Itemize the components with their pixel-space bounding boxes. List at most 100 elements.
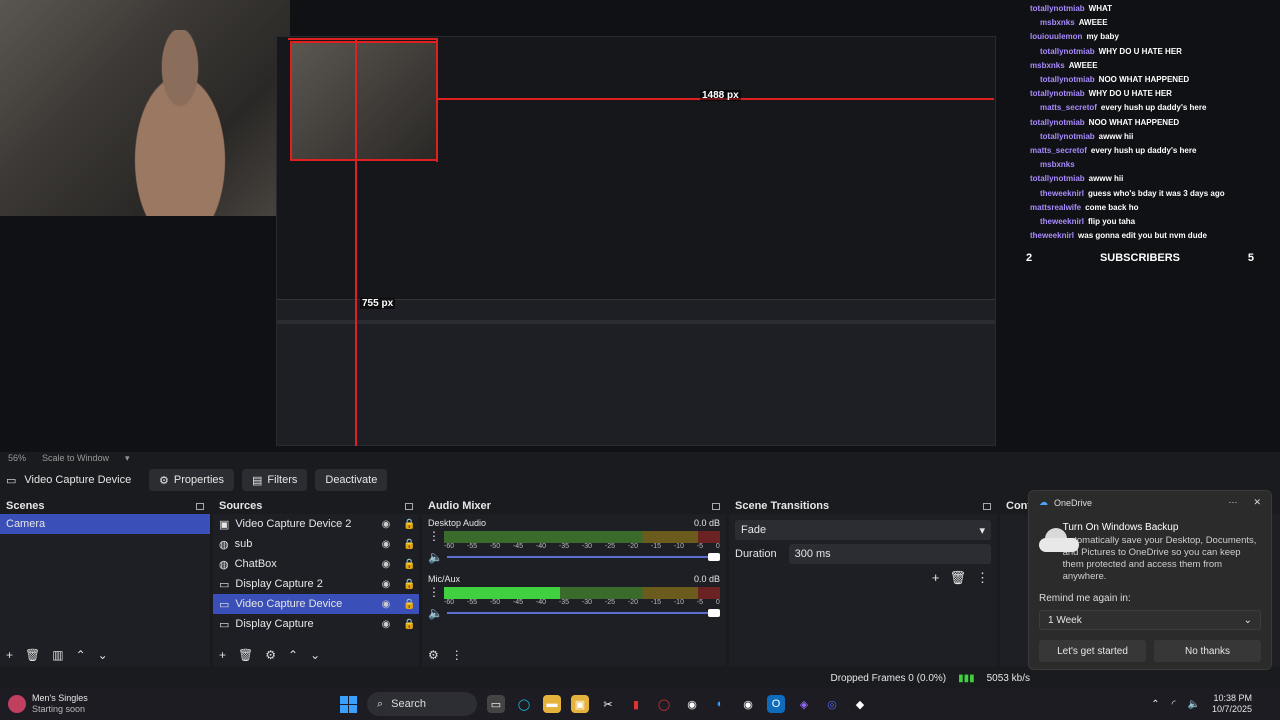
properties-button[interactable]: ⚙ Properties (149, 469, 235, 491)
eye-icon[interactable]: ◉ (381, 619, 391, 630)
undock-icon[interactable] (405, 502, 413, 510)
deactivate-label: Deactivate (325, 474, 378, 486)
scene-item-camera[interactable]: Camera (0, 514, 210, 534)
trash-icon[interactable]: 🗑 (238, 648, 253, 662)
taskbar-search[interactable]: ⌕ Search (367, 692, 477, 716)
menu-dots-icon[interactable]: ⋮ (976, 570, 989, 586)
channel-name: Mic/Aux (428, 574, 461, 584)
more-icon[interactable]: ··· (1228, 497, 1237, 508)
menu-dots-icon[interactable]: ⋮ (451, 648, 463, 662)
obs-active-icon[interactable]: ◉ (739, 695, 757, 713)
channel-db: 0.0 dB (693, 518, 720, 528)
add-icon[interactable]: + (932, 570, 940, 586)
deactivate-button[interactable]: Deactivate (315, 469, 388, 491)
tick-label: -40 (535, 599, 547, 606)
chat-text: AWEEE (1068, 60, 1098, 70)
add-icon[interactable]: + (6, 648, 13, 662)
task-view-icon[interactable]: ▭ (487, 695, 505, 713)
chat-overlay: totallynotmiab WHAT msbxnks AWEEE louiouulem… (1000, 0, 1280, 270)
capcut-icon[interactable]: ✂ (599, 695, 617, 713)
filters-button[interactable]: ▤ Filters (242, 469, 308, 491)
mixer-settings-icon[interactable]: ⚙ (428, 648, 439, 662)
clock[interactable]: 10:38 PM 10/7/2025 (1212, 693, 1252, 715)
discord-icon[interactable]: ◎ (823, 695, 841, 713)
no-thanks-label: No thanks (1184, 645, 1231, 657)
eye-icon[interactable]: ◉ (381, 519, 391, 530)
outlook-icon[interactable]: O (767, 695, 785, 713)
file-explorer-icon[interactable]: ▬ (543, 695, 561, 713)
close-icon[interactable]: ✕ (1253, 497, 1261, 508)
widget-subtitle: Starting soon (32, 704, 86, 714)
scene-label: Camera (6, 518, 46, 530)
remind-select[interactable]: 1 Week ⌄ (1039, 610, 1261, 630)
source-item[interactable]: ◍ sub ◉ 🔒 (213, 534, 419, 554)
windows-start-icon[interactable] (340, 695, 357, 713)
lock-icon[interactable]: 🔒 (403, 519, 415, 530)
taskbar-widget[interactable]: Men's Singles Starting soon (0, 693, 340, 715)
lock-icon[interactable]: 🔒 (403, 559, 415, 570)
steam-icon[interactable]: ◆ (851, 695, 869, 713)
source-item[interactable]: ▭ Display Capture 2 ◉ 🔒 (213, 574, 419, 594)
move-up-icon[interactable]: ⌃ (76, 648, 86, 662)
speaker-icon[interactable]: 🔈 (428, 606, 443, 620)
gear-icon[interactable]: ⚙ (265, 648, 276, 662)
add-icon[interactable]: + (219, 648, 226, 662)
lock-icon[interactable]: 🔒 (403, 579, 415, 590)
no-thanks-button[interactable]: No thanks (1154, 640, 1261, 662)
source-item-selected[interactable]: ▭ Video Capture Device ◉ 🔒 (213, 594, 419, 614)
undock-icon[interactable] (196, 502, 204, 510)
scale-dropdown-icon[interactable]: ▾ (125, 453, 130, 464)
chat-message: msbxnks AWEEE (1030, 61, 1098, 71)
app-red-icon[interactable]: ▮ (627, 695, 645, 713)
transition-select[interactable]: Fade ▾ (735, 520, 991, 540)
move-down-icon[interactable]: ⌄ (310, 648, 320, 662)
source-item[interactable]: ▣ Video Capture Device 2 ◉ 🔒 (213, 514, 419, 534)
trash-icon[interactable]: 🗑 (25, 648, 40, 662)
chat-username: totallynotmiab (1040, 46, 1095, 56)
eye-icon[interactable]: ◉ (381, 559, 391, 570)
lock-icon[interactable]: 🔒 (403, 619, 415, 630)
store-icon[interactable]: ▣ (571, 695, 589, 713)
menu-dots-icon[interactable]: ⋮ (428, 529, 440, 543)
source-item[interactable]: ◍ ChatBox ◉ 🔒 (213, 554, 419, 574)
volume-slider[interactable] (446, 609, 720, 617)
zoom-level[interactable]: 56% (8, 453, 26, 463)
duration-row: Duration 300 ms (729, 544, 997, 564)
chat-message: louiouulemon my baby (1030, 32, 1119, 42)
preview-canvas[interactable]: 1488 px 755 px totallynotmiab WHAT msbxnks… (0, 0, 1280, 452)
volume-icon[interactable]: 🔈 (1188, 699, 1200, 710)
cortana-icon[interactable]: ◯ (515, 695, 533, 713)
distance-label-mid: 755 px (360, 298, 396, 309)
chat-username: mattsrealwife (1030, 202, 1082, 212)
filter-icon[interactable]: ▥ (52, 648, 63, 662)
channel-db: 0.0 dB (693, 574, 720, 584)
undock-icon[interactable] (983, 502, 991, 510)
volume-slider[interactable] (446, 553, 720, 561)
eye-icon[interactable]: ◉ (381, 579, 391, 590)
trash-icon[interactable]: 🗑 (949, 570, 966, 586)
chat-text: WHY DO U HATE HER (1088, 89, 1172, 99)
opera-icon[interactable]: ◯ (655, 695, 673, 713)
wifi-icon[interactable]: ◜ (1172, 699, 1176, 710)
move-up-icon[interactable]: ⌃ (288, 648, 298, 662)
duration-input[interactable]: 300 ms (788, 544, 991, 564)
lock-icon[interactable]: 🔒 (403, 599, 415, 610)
undock-icon[interactable] (712, 502, 720, 510)
chevron-up-icon[interactable]: ⌃ (1151, 699, 1159, 710)
obs-icon[interactable]: ◉ (683, 695, 701, 713)
get-started-button[interactable]: Let's get started (1039, 640, 1146, 662)
volume-meter (444, 587, 720, 599)
edge-icon[interactable]: ◐ (711, 695, 729, 713)
speaker-icon[interactable]: 🔈 (428, 550, 443, 564)
lock-icon[interactable]: 🔒 (403, 539, 415, 550)
tick-label: -35 (558, 599, 570, 606)
chat-message: totallynotmiab NOO WHAT HAPPENED (1040, 75, 1189, 85)
source-item[interactable]: ▭ Display Capture ◉ 🔒 (213, 614, 419, 634)
eye-icon[interactable]: ◉ (381, 539, 391, 550)
eye-icon[interactable]: ◉ (381, 599, 391, 610)
move-down-icon[interactable]: ⌄ (98, 648, 108, 662)
menu-dots-icon[interactable]: ⋮ (428, 585, 440, 599)
twitch-icon[interactable]: ◈ (795, 695, 813, 713)
scale-mode[interactable]: Scale to Window (42, 453, 109, 463)
mixer-title: Audio Mixer (428, 500, 491, 512)
